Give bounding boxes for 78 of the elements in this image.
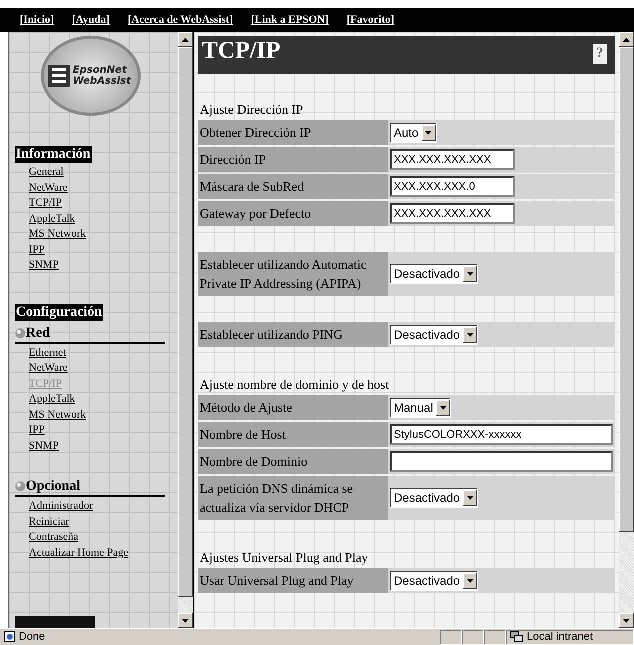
sidebar-link[interactable]: TCP/IP [29,196,62,212]
help-icon[interactable]: ? [593,44,607,64]
section-title: Opcional [15,478,165,497]
sidebar-link[interactable]: General [29,165,64,180]
input-field[interactable] [390,451,613,472]
sidebar-link[interactable]: SNMP [29,438,59,454]
up-arrow-icon [182,38,189,42]
sidebar-link[interactable]: NetWare [29,180,68,196]
scroll-up-button[interactable] [619,32,634,47]
field-label: Método de Ajuste [198,395,388,420]
sidebar-link[interactable]: MS Network [29,408,86,423]
status-pane [462,630,484,644]
sphere-icon [15,481,26,492]
zone-text: Local intranet [527,631,594,643]
up-arrow-icon [623,38,630,42]
section-title: Información [15,146,92,163]
logo-icon [48,65,70,87]
sidebar-link[interactable]: Administrador [29,499,94,514]
dropdown[interactable]: Auto [390,122,437,142]
sidebar-link[interactable]: Ethernet [29,346,66,361]
dropdown[interactable]: Desactivado [390,488,478,508]
down-arrow-icon [440,406,447,410]
down-arrow-icon [182,618,189,622]
sidebar-link[interactable]: AppleTalk [29,392,76,408]
sidebar-link[interactable]: AppleTalk [29,212,76,227]
section-heading: Ajustes Universal Plug and Play [199,549,370,566]
input-field[interactable]: XXX.XXX.XXX.XXX [390,149,515,170]
down-arrow-icon [466,272,474,276]
down-arrow-icon [425,130,432,134]
field-label: Obtener Dirección IP [198,120,388,145]
input-field[interactable]: StylusCOLORXXX-xxxxxx [390,424,613,445]
sidebar-link[interactable]: MS Network [29,227,86,242]
network-icon [510,631,524,643]
sidebar-link[interactable]: Reiniciar [29,514,70,530]
page-title: TCP/IP [202,38,281,65]
status-text: Done [19,631,46,643]
status-pane [440,630,462,644]
sidebar-link[interactable]: IPP [29,242,45,258]
field-label: Establecer utilizando PING [198,322,388,347]
scroll-down-button[interactable] [619,613,634,628]
section-title: Configuración [15,304,104,320]
field-label: La petición DNS dinámica se actualiza vía servidor DHCP [198,476,388,520]
logo-text: EpsonNet WebAssist [73,65,132,87]
field-label: Gateway por Defecto [198,201,388,226]
field-label: Dirección IP [198,147,388,172]
nav-link[interactable]: [Favorito] [346,14,395,26]
field-label: Establecer utilizando Automatic Private IP Addressing (APIPA) [198,252,388,296]
field-label: Máscara de SubRed [198,174,388,199]
scroll-thumb[interactable] [619,47,634,532]
scrollbar[interactable] [619,32,634,628]
scroll-up-button[interactable] [178,32,193,47]
input-field[interactable]: XXX.XXX.XXX.0 [390,176,515,197]
dropdown[interactable]: Desactivado [390,324,478,344]
section-heading: Ajuste nombre de dominio y de host [199,376,390,393]
dropdown[interactable]: Desactivado [390,264,478,284]
dropdown[interactable]: Desactivado [390,570,478,590]
nav-link[interactable]: [Acerca de WebAssist] [128,14,234,26]
sidebar-link[interactable]: Actualizar Home Page [29,546,129,561]
nav-link[interactable]: [Inicio] [20,14,54,26]
input-field[interactable]: XXX.XXX.XXX.XXX [390,203,515,224]
field-label: Nombre de Dominio [198,449,388,474]
sidebar-link[interactable]: NetWare [29,361,68,376]
field-label: Usar Universal Plug and Play [198,568,388,593]
sphere-icon [15,328,26,338]
down-arrow-icon [466,332,474,336]
down-arrow-icon [623,618,630,622]
sidebar-link[interactable]: Contraseña [29,530,78,546]
sidebar-link[interactable]: SNMP [29,258,59,274]
nav-link[interactable]: [Ayuda] [72,14,110,26]
section-title: Red [15,324,165,344]
down-arrow-icon [466,578,474,582]
down-arrow-icon [466,496,474,500]
section-heading: Ajuste Dirección IP [199,101,304,118]
sidebar-link[interactable]: IPP [29,423,45,438]
nav-link[interactable]: [Link a EPSON] [251,14,329,26]
field-label: Nombre de Host [198,422,388,447]
scroll-down-button[interactable] [178,613,193,628]
dropdown[interactable]: Manual [390,398,452,418]
